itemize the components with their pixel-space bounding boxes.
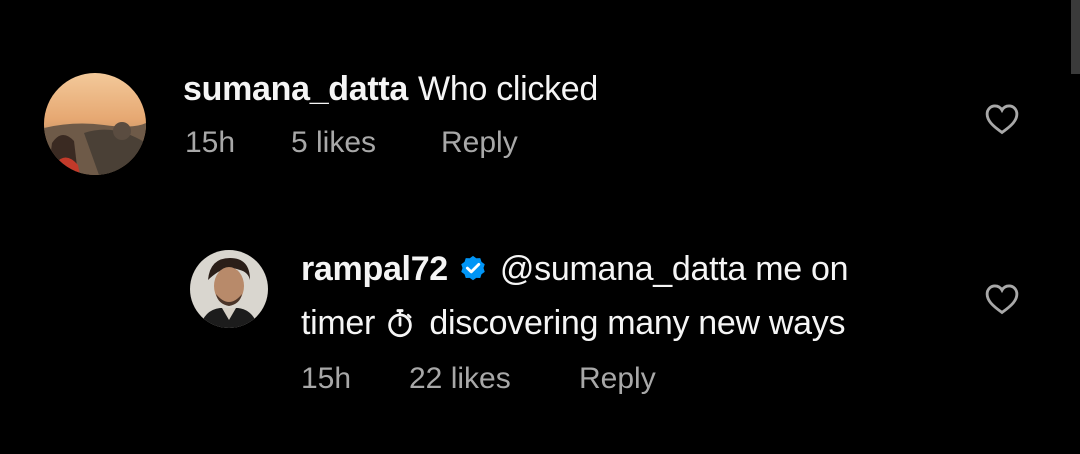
reply-button[interactable]: Reply [441,126,518,160]
avatar[interactable] [190,250,268,328]
comment-body: sumana_datta Who clicked [183,64,598,114]
comment-text: discovering many new ways [429,304,846,342]
comment-text: timer [301,304,376,342]
username[interactable]: rampal72 [301,250,448,288]
likes-count[interactable]: 22 likes [409,362,579,396]
verified-badge-icon [458,248,488,298]
comment-text: me on [755,250,849,288]
timestamp: 15h [185,126,236,159]
reply-button[interactable]: Reply [579,362,656,396]
comment-meta: 15h 22 likes Reply [301,362,656,396]
heart-outline-icon[interactable] [985,283,1019,320]
comment-body: rampal72 @sumana_datta me on [301,244,848,298]
likes-count[interactable]: 5 likes [291,126,441,160]
scrollbar[interactable] [1071,0,1080,74]
stopwatch-icon [386,302,414,352]
avatar[interactable] [44,73,146,175]
comment-body-line2: timer discovering many new ways [301,298,845,352]
mention-link[interactable]: @sumana_datta [500,250,746,288]
heart-outline-icon[interactable] [985,103,1019,140]
comment-meta: 15h 5 likes Reply [185,126,518,160]
comment-text: Who clicked [418,70,599,108]
username[interactable]: sumana_datta [183,70,408,108]
timestamp: 15h [301,362,352,395]
